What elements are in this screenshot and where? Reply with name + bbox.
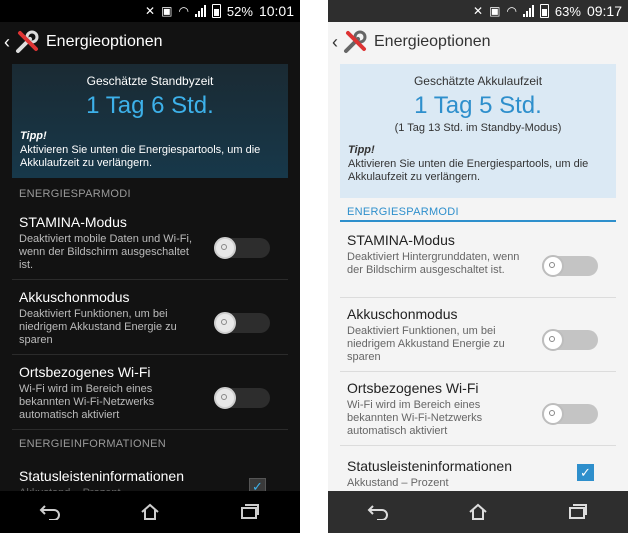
action-bar: ‹ Energieoptionen (0, 22, 300, 62)
section-header-saving: ENERGIESPARMODI (19, 188, 131, 200)
navigation-bar (328, 491, 628, 533)
akkuschon-toggle[interactable] (542, 329, 598, 351)
setting-location-wifi[interactable]: Ortsbezogenes Wi-Fi Wi-Fi wird im Bereic… (340, 374, 616, 446)
battery-icon (211, 4, 221, 18)
setting-title: Ortsbezogenes Wi-Fi (19, 364, 151, 380)
nfc-icon: ▣ (489, 4, 501, 18)
setting-statusbar-info[interactable]: Statusleisteninformationen Akkustand – P… (12, 462, 288, 499)
setting-desc: Deaktiviert Funktionen, um bei niedrigem… (347, 325, 505, 363)
setting-desc: Wi-Fi wird im Bereich eines bekannten Wi… (347, 399, 483, 437)
setting-title: Akkuschonmodus (347, 306, 458, 322)
setting-desc: Deaktiviert mobile Daten und Wi-Fi, wenn… (19, 233, 193, 271)
battery-estimate-panel: Geschätzte Akkulaufzeit 1 Tag 5 Std. (1 … (340, 64, 616, 198)
setting-title: Ortsbezogenes Wi-Fi (347, 380, 479, 396)
status-bar: ✕ ▣ ◠ 63% 09:17 (328, 0, 628, 22)
location-wifi-toggle[interactable] (542, 403, 598, 425)
section-header-info: ENERGIEINFORMATIONEN (19, 438, 166, 450)
checkmark-icon: ✓ (580, 464, 591, 480)
setting-title: STAMINA-Modus (347, 232, 455, 248)
tip-text: Aktivieren Sie unten die Energiespartool… (348, 158, 589, 183)
setting-desc: Deaktiviert Funktionen, um bei niedrigem… (19, 308, 177, 346)
setting-akkuschon[interactable]: Akkuschonmodus Deaktiviert Funktionen, u… (340, 300, 616, 372)
signal-icon (194, 5, 206, 17)
setting-title: STAMINA-Modus (19, 214, 127, 230)
setting-stamina[interactable]: STAMINA-Modus Deaktiviert Hintergrunddat… (340, 226, 616, 298)
recent-apps-button[interactable] (564, 500, 592, 524)
section-divider (340, 220, 616, 222)
clock: 10:01 (258, 3, 294, 19)
back-icon (367, 505, 388, 520)
clock: 09:17 (586, 3, 622, 19)
recent-apps-button[interactable] (236, 500, 264, 524)
estimate-label: Geschätzte Akkulaufzeit (413, 74, 543, 88)
nfc-icon: ▣ (161, 4, 173, 18)
section-header-saving: ENERGIESPARMODI (347, 206, 459, 218)
wifi-icon: ◠ (506, 4, 517, 18)
setting-title: Statusleisteninformationen (347, 458, 512, 474)
setting-akkuschon[interactable]: Akkuschonmodus Deaktiviert Funktionen, u… (12, 283, 288, 355)
recent-apps-icon (569, 504, 587, 519)
setting-title: Statusleisteninformationen (19, 468, 184, 484)
setting-desc: Deaktiviert Hintergrunddaten, wenn der B… (347, 251, 520, 276)
back-chevron-icon[interactable]: ‹ (332, 32, 342, 53)
back-button[interactable] (36, 500, 64, 524)
stamina-toggle[interactable] (542, 255, 598, 277)
home-icon (469, 503, 487, 520)
tools-icon (344, 30, 367, 53)
setting-location-wifi[interactable]: Ortsbezogenes Wi-Fi Wi-Fi wird im Bereic… (12, 358, 288, 430)
home-button[interactable] (464, 500, 492, 524)
toggle-knob (214, 387, 236, 409)
toggle-knob (214, 312, 236, 334)
estimate-standby: (1 Tag 13 Std. im Standby-Modus) (394, 122, 562, 134)
page-title: Energieoptionen (46, 33, 163, 50)
estimate-value: 1 Tag 5 Std. (414, 92, 542, 119)
toggle-knob (542, 255, 564, 277)
notification-icon: ✕ (473, 4, 484, 18)
tip-text: Aktivieren Sie unten die Energiespartool… (20, 144, 261, 169)
setting-title: Akkuschonmodus (19, 289, 130, 305)
tip-title: Tipp! (20, 130, 47, 142)
setting-stamina[interactable]: STAMINA-Modus Deaktiviert mobile Daten u… (12, 208, 288, 280)
navigation-bar (0, 491, 300, 533)
battery-icon (539, 4, 549, 18)
home-icon (141, 503, 159, 520)
action-bar: ‹ Energieoptionen (328, 22, 628, 62)
back-chevron-icon[interactable]: ‹ (4, 32, 14, 53)
estimate-label: Geschätzte Standbyzeit (86, 74, 214, 88)
tip-title: Tipp! (348, 144, 375, 156)
battery-estimate-panel: Geschätzte Standbyzeit 1 Tag 6 Std. Tipp… (12, 64, 288, 178)
signal-icon (522, 5, 534, 17)
stamina-toggle[interactable] (214, 237, 270, 259)
toggle-knob (542, 403, 564, 425)
setting-desc: Wi-Fi wird im Bereich eines bekannten Wi… (19, 383, 155, 421)
setting-desc: Akkustand – Prozent (347, 477, 449, 489)
wifi-icon: ◠ (178, 4, 189, 18)
phone-dark-screen: ✕ ▣ ◠ 52% 10:01 ‹ Energieoptionen Geschä… (0, 0, 300, 533)
page-title: Energieoptionen (374, 33, 491, 50)
back-icon (39, 505, 60, 520)
tools-icon (16, 30, 39, 53)
toggle-knob (214, 237, 236, 259)
estimate-value: 1 Tag 6 Std. (86, 92, 214, 119)
recent-apps-icon (241, 504, 259, 519)
notification-icon: ✕ (145, 4, 156, 18)
status-bar: ✕ ▣ ◠ 52% 10:01 (0, 0, 300, 22)
akkuschon-toggle[interactable] (214, 312, 270, 334)
phone-light-screen: ✕ ▣ ◠ 63% 09:17 ‹ Energieoptionen Geschä… (328, 0, 628, 533)
setting-statusbar-info[interactable]: Statusleisteninformationen Akkustand – P… (340, 452, 616, 492)
statusbar-info-checkbox[interactable]: ✓ (577, 464, 594, 481)
toggle-knob (542, 329, 564, 351)
back-button[interactable] (364, 500, 392, 524)
location-wifi-toggle[interactable] (214, 387, 270, 409)
battery-percent: 52% (226, 3, 253, 19)
home-button[interactable] (136, 500, 164, 524)
battery-percent: 63% (554, 3, 581, 19)
